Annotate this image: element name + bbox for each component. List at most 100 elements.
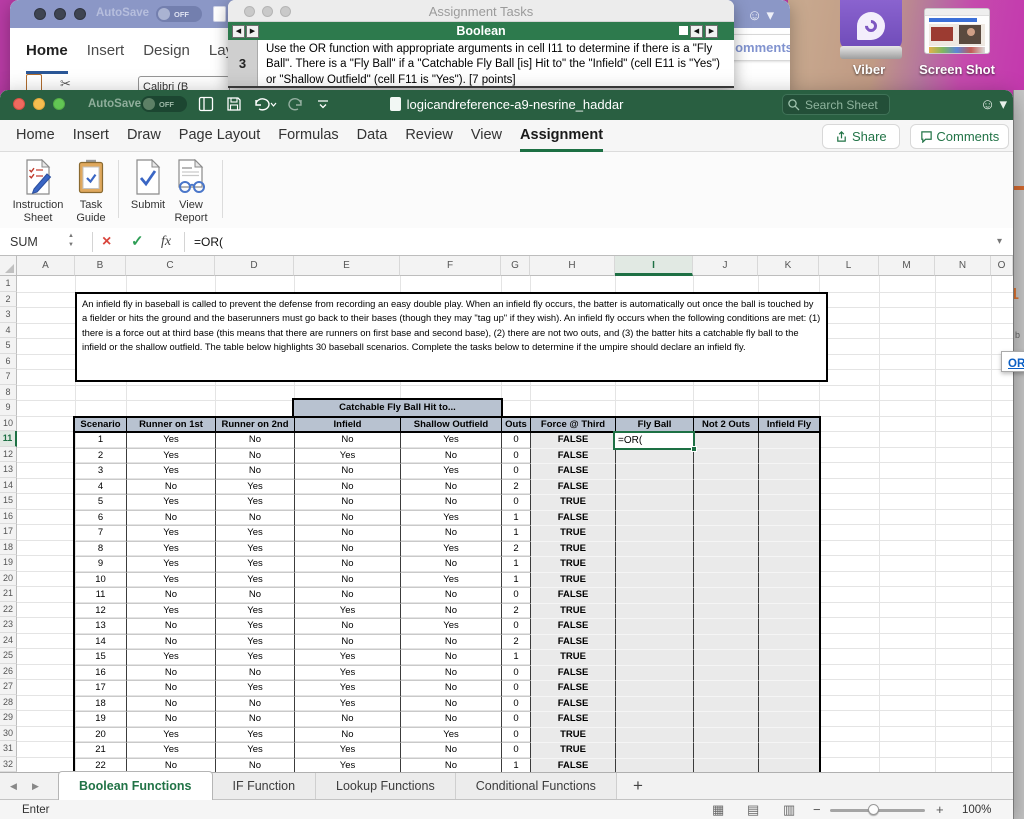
row-header-27[interactable]: 27: [0, 679, 17, 695]
cell-i26[interactable]: [615, 666, 693, 682]
cell-b30[interactable]: 20: [75, 728, 126, 744]
cell-b32[interactable]: 22: [75, 759, 126, 773]
cell-f14[interactable]: No: [400, 480, 501, 496]
cell-d25[interactable]: Yes: [215, 650, 294, 666]
function-autocomplete-tooltip[interactable]: OR: [1001, 351, 1024, 372]
cell-c23[interactable]: No: [126, 619, 215, 635]
zoom-window-icon[interactable]: [74, 8, 86, 20]
cell-h12[interactable]: FALSE: [530, 449, 615, 465]
select-all-corner[interactable]: [0, 256, 17, 276]
cell-c13[interactable]: Yes: [126, 464, 215, 480]
cell-j27[interactable]: [693, 681, 758, 697]
cell-i16[interactable]: [615, 511, 693, 527]
column-header-m[interactable]: M: [879, 256, 935, 276]
search-sheet-box[interactable]: Search Sheet: [782, 94, 890, 115]
cell-b28[interactable]: 18: [75, 697, 126, 713]
column-header-e[interactable]: E: [294, 256, 400, 276]
cell-e20[interactable]: No: [294, 573, 400, 589]
add-sheet-button[interactable]: +: [617, 773, 659, 800]
cell-e25[interactable]: Yes: [294, 650, 400, 666]
cell-k18[interactable]: [758, 542, 819, 558]
column-header-o[interactable]: O: [991, 256, 1013, 276]
cell-i12[interactable]: [615, 449, 693, 465]
cell-h30[interactable]: TRUE: [530, 728, 615, 744]
cell-g20[interactable]: 1: [501, 573, 530, 589]
cell-e22[interactable]: Yes: [294, 604, 400, 620]
share-button[interactable]: Share: [822, 124, 900, 149]
cell-f32[interactable]: No: [400, 759, 501, 773]
cell-g19[interactable]: 1: [501, 557, 530, 573]
page-layout-view-icon[interactable]: ▤: [747, 800, 759, 819]
cell-i30[interactable]: [615, 728, 693, 744]
cell-d28[interactable]: No: [215, 697, 294, 713]
cell-j16[interactable]: [693, 511, 758, 527]
cell-k11[interactable]: [758, 433, 819, 449]
cell-b12[interactable]: 2: [75, 449, 126, 465]
cell-h22[interactable]: TRUE: [530, 604, 615, 620]
cell-c22[interactable]: Yes: [126, 604, 215, 620]
row-header-3[interactable]: 3: [0, 307, 17, 323]
cell-f17[interactable]: No: [400, 526, 501, 542]
cell-e29[interactable]: No: [294, 712, 400, 728]
cell-c20[interactable]: Yes: [126, 573, 215, 589]
cell-h20[interactable]: TRUE: [530, 573, 615, 589]
word-comments-button[interactable]: omments: [726, 34, 790, 61]
cell-k28[interactable]: [758, 697, 819, 713]
cell-c19[interactable]: Yes: [126, 557, 215, 573]
viber-desktop-icon[interactable]: Viber: [810, 0, 910, 86]
cell-d20[interactable]: Yes: [215, 573, 294, 589]
cell-g25[interactable]: 1: [501, 650, 530, 666]
ribbon-tab-page-layout[interactable]: Page Layout: [179, 120, 260, 152]
table-header-shallow-outfield[interactable]: Shallow Outfield: [400, 418, 501, 432]
cell-i25[interactable]: [615, 650, 693, 666]
row-header-2[interactable]: 2: [0, 292, 17, 308]
cell-i24[interactable]: [615, 635, 693, 651]
cell-k31[interactable]: [758, 743, 819, 759]
cell-c15[interactable]: Yes: [126, 495, 215, 511]
cell-k29[interactable]: [758, 712, 819, 728]
cell-k12[interactable]: [758, 449, 819, 465]
cell-h26[interactable]: FALSE: [530, 666, 615, 682]
cell-k13[interactable]: [758, 464, 819, 480]
cell-i20[interactable]: [615, 573, 693, 589]
cell-d14[interactable]: Yes: [215, 480, 294, 496]
row-header-23[interactable]: 23: [0, 617, 17, 633]
cell-h11[interactable]: FALSE: [530, 433, 615, 449]
word-tab-insert[interactable]: Insert: [87, 28, 125, 74]
cell-g16[interactable]: 1: [501, 511, 530, 527]
cell-f22[interactable]: No: [400, 604, 501, 620]
cell-c26[interactable]: No: [126, 666, 215, 682]
cell-b11[interactable]: 1: [75, 433, 126, 449]
cell-f15[interactable]: No: [400, 495, 501, 511]
cell-g24[interactable]: 2: [501, 635, 530, 651]
cell-c12[interactable]: Yes: [126, 449, 215, 465]
row-header-9[interactable]: 9: [0, 400, 17, 416]
row-header-25[interactable]: 25: [0, 648, 17, 664]
cell-f16[interactable]: Yes: [400, 511, 501, 527]
cell-j28[interactable]: [693, 697, 758, 713]
cell-h29[interactable]: FALSE: [530, 712, 615, 728]
cell-c32[interactable]: No: [126, 759, 215, 773]
column-header-n[interactable]: N: [935, 256, 991, 276]
minimize-icon[interactable]: [54, 8, 66, 20]
cell-g27[interactable]: 0: [501, 681, 530, 697]
cell-k19[interactable]: [758, 557, 819, 573]
cell-e21[interactable]: No: [294, 588, 400, 604]
row-header-29[interactable]: 29: [0, 710, 17, 726]
row-header-20[interactable]: 20: [0, 571, 17, 587]
cell-i29[interactable]: [615, 712, 693, 728]
cell-i13[interactable]: [615, 464, 693, 480]
row-header-8[interactable]: 8: [0, 385, 17, 401]
cell-i28[interactable]: [615, 697, 693, 713]
cell-e23[interactable]: No: [294, 619, 400, 635]
cell-f13[interactable]: Yes: [400, 464, 501, 480]
cell-e13[interactable]: No: [294, 464, 400, 480]
cell-b14[interactable]: 4: [75, 480, 126, 496]
ribbon-tab-insert[interactable]: Insert: [73, 120, 109, 152]
row-header-22[interactable]: 22: [0, 602, 17, 618]
sheet-tab-lookup-functions[interactable]: Lookup Functions: [316, 773, 456, 800]
cell-d16[interactable]: No: [215, 511, 294, 527]
cell-b20[interactable]: 10: [75, 573, 126, 589]
column-header-a[interactable]: A: [17, 256, 75, 276]
cell-h18[interactable]: TRUE: [530, 542, 615, 558]
